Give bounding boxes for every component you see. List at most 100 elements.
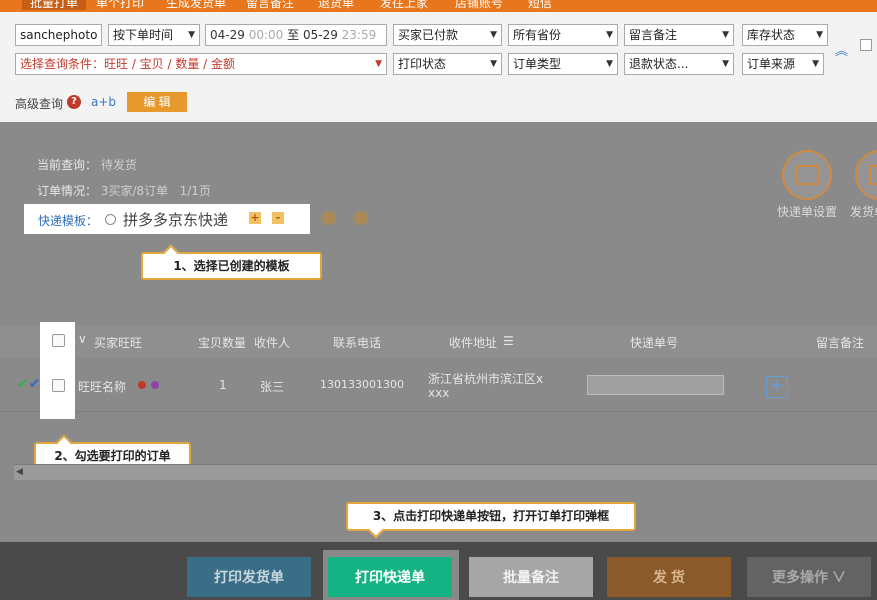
row-address-line1: 浙江省杭州市滨江区x	[428, 372, 544, 386]
edit-button[interactable]: 编 辑	[127, 92, 187, 112]
remove-template-icon[interactable]: -	[272, 212, 284, 224]
chevron-down-icon: ▼	[606, 59, 613, 69]
row-buyer: 旺旺名称	[78, 380, 127, 394]
order-source-select[interactable]: 订单来源 ▼	[742, 53, 824, 75]
callout-step1: 1、选择已创建的模板	[141, 252, 322, 280]
ship-button[interactable]: 发 货	[607, 557, 731, 597]
col-buyer: 买家旺旺	[94, 336, 143, 350]
date-separator: 至	[287, 28, 300, 42]
date-end-time: 23:59	[341, 28, 377, 42]
ship-settings-label: 发货单	[850, 205, 877, 219]
tab-invoice[interactable]: 生成发货单	[166, 0, 226, 10]
refund-status-value: 退款状态...	[629, 57, 689, 71]
col-qty: 宝贝数量	[198, 336, 247, 350]
date-range-input[interactable]: 04-29 00:00 至 05-29 23:59	[205, 24, 387, 46]
chevron-down-icon: ∨	[831, 569, 846, 585]
province-value: 所有省份	[513, 28, 562, 42]
order-info-label: 订单情况：	[37, 184, 98, 198]
collapse-icon[interactable]: ︽	[835, 40, 848, 59]
waybill-settings-button[interactable]	[782, 150, 832, 200]
sort-icon[interactable]: ☰	[503, 334, 514, 348]
stock-select[interactable]: 库存状态 ▼	[742, 24, 828, 46]
chevron-down-icon: ▼	[375, 59, 382, 69]
row-address-line2: xxx	[428, 386, 450, 400]
refund-status-select[interactable]: 退款状态... ▼	[624, 53, 734, 75]
template-selector-highlight: 快递模板： 拼多多京东快递 + -	[24, 204, 310, 234]
document-icon	[869, 165, 877, 185]
row-qty: 1	[219, 378, 227, 392]
table-header: ∨ 买家旺旺 宝贝数量 收件人 联系电话 收件地址 ☰ 快递单号 留言备注	[0, 326, 877, 357]
tab-send-up[interactable]: 发往上家	[380, 0, 428, 10]
dim-dot-icon	[322, 211, 336, 225]
order-info: 订单情况： 3买家/8订单 1/1页	[37, 182, 211, 199]
chevron-down-icon: ▼	[188, 30, 195, 40]
print-status-value: 打印状态	[398, 57, 447, 71]
print-status-select[interactable]: 打印状态 ▼	[393, 53, 502, 75]
horizontal-scrollbar[interactable]: ◀	[14, 464, 877, 480]
chevron-down-icon: ▼	[722, 59, 729, 69]
col-address: 收件地址	[449, 336, 498, 350]
tab-shop-account[interactable]: 店铺账号	[455, 0, 503, 10]
more-actions-label: 更多操作	[772, 569, 829, 585]
current-query: 当前查询： 待发货	[37, 156, 137, 173]
time-type-select[interactable]: 按下单时间 ▼	[108, 24, 200, 46]
current-query-value: 待发货	[100, 158, 137, 172]
date-start: 04-29	[210, 28, 245, 42]
order-type-value: 订单类型	[513, 57, 562, 71]
print-invoice-button[interactable]: 打印发货单	[187, 557, 311, 597]
tab-returns[interactable]: 退货单	[318, 0, 354, 10]
callout-step3-text: 3、点击打印快递单按钮，打开订单打印弹框	[372, 509, 610, 523]
col-remark: 留言备注	[816, 336, 865, 350]
dim-dot-icon	[354, 211, 368, 225]
template-option[interactable]: 拼多多京东快递	[123, 209, 228, 230]
callout-step1-text: 1、选择已创建的模板	[173, 259, 290, 273]
page-info: 1/1页	[179, 184, 211, 198]
query-condition-value: 选择查询条件：旺旺 / 宝贝 / 数量 / 金额	[20, 57, 236, 71]
help-icon[interactable]: ?	[67, 95, 81, 109]
template-radio[interactable]	[105, 214, 116, 225]
waybill-input[interactable]	[587, 375, 724, 395]
chevron-down-icon: ▼	[816, 30, 823, 40]
chevron-down-icon: ▼	[722, 30, 729, 40]
col-waybill: 快递单号	[630, 336, 679, 350]
tab-sms[interactable]: 短信	[528, 0, 552, 10]
advanced-query-label: 高级查询	[15, 97, 64, 111]
tab-batch-print[interactable]: 批量打单	[22, 0, 87, 10]
top-tab-strip: 批量打单 单个打印 生成发货单 留言备注 退货单 发往上家 店铺账号 短信	[0, 0, 877, 12]
col-receiver: 收件人	[254, 336, 291, 350]
pay-status-value: 买家已付款	[398, 28, 459, 42]
shop-select[interactable]: sanchephoto	[15, 24, 102, 46]
advanced-query-value[interactable]: a+b	[91, 95, 116, 109]
scroll-left-icon[interactable]: ◀	[16, 467, 23, 477]
chevron-down-icon: ▼	[490, 59, 497, 69]
callout-step2-text: 2、勾选要打印的订单	[54, 449, 171, 463]
time-type-value: 按下单时间	[113, 28, 174, 42]
print-waybill-button[interactable]: 打印快递单	[328, 557, 452, 597]
pay-status-select[interactable]: 买家已付款 ▼	[393, 24, 502, 46]
purple-flag-icon	[151, 381, 159, 389]
add-template-icon[interactable]: +	[249, 212, 261, 224]
remark-value: 留言备注	[629, 28, 678, 42]
top-checkbox[interactable]	[860, 39, 872, 51]
shop-select-value: sanchephoto	[20, 28, 98, 42]
more-actions-button[interactable]: 更多操作 ∨	[747, 557, 871, 597]
remark-select[interactable]: 留言备注 ▼	[624, 24, 734, 46]
select-all-checkbox[interactable]	[52, 334, 65, 347]
row-checkbox[interactable]	[52, 379, 65, 392]
add-remark-button[interactable]: +	[766, 376, 788, 398]
row-receiver: 张三	[260, 380, 285, 394]
tab-remark[interactable]: 留言备注	[246, 0, 294, 10]
chevron-down-icon: ▼	[490, 30, 497, 40]
batch-remark-button[interactable]: 批量备注	[469, 557, 593, 597]
province-select[interactable]: 所有省份 ▼	[508, 24, 618, 46]
printer-icon	[796, 165, 820, 185]
stock-value: 库存状态	[747, 28, 796, 42]
order-type-select[interactable]: 订单类型 ▼	[508, 53, 618, 75]
row-phone: 130133001300	[320, 378, 404, 391]
tab-single-print[interactable]: 单个打印	[96, 0, 144, 10]
callout-step3: 3、点击打印快递单按钮，打开订单打印弹框	[346, 502, 636, 531]
chevron-down-icon[interactable]: ∨	[78, 332, 87, 346]
date-start-time: 00:00	[248, 28, 284, 42]
status-check-icon: ✔✔	[17, 376, 41, 392]
query-condition-select[interactable]: 选择查询条件：旺旺 / 宝贝 / 数量 / 金额 ▼	[15, 53, 387, 75]
